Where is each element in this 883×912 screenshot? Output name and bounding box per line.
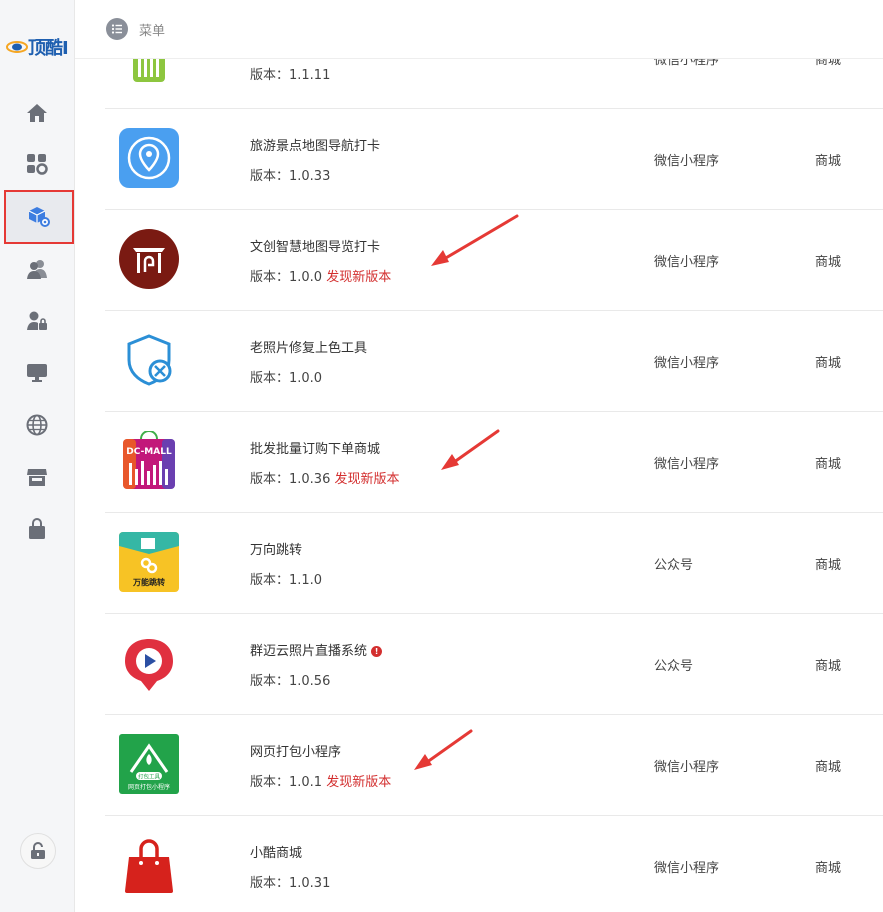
annotation-arrow [414,729,473,770]
app-version: 版本：1.0.1 发现新版本 [250,775,392,790]
app-version: 版本：1.0.0 [250,371,323,386]
lock-screen-button[interactable] [20,833,56,869]
annotation-arrow [431,214,519,266]
app-row[interactable]: 万能跳转 万向跳转 版本：1.1.0 公众号 商城 [105,512,883,614]
dc-mall-icon-text: DC-MALL [126,447,172,457]
photo-live-icon [125,639,173,691]
app-category: 商城 [815,356,842,371]
app-name: 文创智慧地图导览打卡 [250,240,381,255]
app-version: 版本：1.0.56 [250,674,331,689]
new-version-link[interactable]: 发现新版本 [326,270,391,285]
sidebar: 顶酷I [0,0,75,912]
cultural-gate-icon [119,229,179,289]
sidebar-item-applications[interactable] [4,190,74,244]
app-category: 商城 [815,558,842,573]
app-category: 商城 [815,760,842,775]
globe-icon [26,414,48,436]
red-bag-icon [125,839,173,893]
app-version: 版本：1.0.36 发现新版本 [250,472,400,487]
app-type: 微信小程序 [654,255,720,270]
sidebar-item-sites[interactable] [14,405,60,445]
app-version: 版本：1.1.11 [250,68,331,83]
web-pack-icon-caption: 网页打包小程序 [128,783,170,791]
app-type: 公众号 [654,558,694,573]
user-lock-icon [27,311,47,330]
app-category: 商城 [815,861,842,876]
app-version: 版本：1.0.33 [250,169,331,184]
app-row[interactable]: 小酷商城 版本：1.0.31 微信小程序 商城 [105,815,883,912]
shopping-bag-icon [29,518,45,539]
sidebar-item-store[interactable] [14,457,60,497]
menu-list-icon[interactable] [106,18,128,40]
app-row[interactable]: 群迈云照片直播系统! 版本：1.0.56 公众号 商城 [105,613,883,715]
top-header: 菜单 [75,0,883,59]
app-name: 网页打包小程序 [250,745,342,760]
app-type: 微信小程序 [654,356,720,371]
app-name: 批发批量订购下单商城 [250,442,381,457]
sidebar-item-home[interactable] [14,93,60,133]
menu-label: 菜单 [139,24,166,39]
app-name: 旅游景点地图导航打卡 [250,139,381,154]
app-type: 微信小程序 [654,154,720,169]
sidebar-item-permissions[interactable] [14,301,60,341]
app-name: 群迈云照片直播系统! [250,640,383,659]
new-version-link[interactable]: 发现新版本 [335,472,400,487]
shield-tools-icon [127,334,172,386]
brand-logo-text: 顶酷I [28,38,69,58]
app-type: 公众号 [654,659,694,674]
lock-icon [31,842,45,859]
web-pack-icon-badge: 打包工具 [138,773,161,781]
info-alert-icon[interactable]: ! [371,646,383,657]
apps-settings-icon [27,154,48,175]
app-category: 商城 [815,457,842,472]
app-type: 微信小程序 [654,760,720,775]
link-jump-icon-text: 万能跳转 [132,577,165,587]
app-name: 老照片修复上色工具 [250,341,368,356]
users-icon [27,260,47,279]
app-type: 微信小程序 [654,861,720,876]
package-settings-icon [28,207,50,227]
app-type: 微信小程序 [654,457,720,472]
app-category: 商城 [815,255,842,270]
sidebar-item-users[interactable] [14,249,60,289]
monitor-icon [27,364,47,382]
app-version: 版本：1.1.0 [250,573,323,588]
map-pin-icon [119,128,179,188]
sidebar-item-display[interactable] [14,352,60,392]
new-version-link[interactable]: 发现新版本 [326,775,391,790]
app-version: 版本：1.0.0 发现新版本 [250,270,392,285]
app-version: 版本：1.0.31 [250,876,331,891]
link-jump-icon: 万能跳转 [119,532,179,592]
home-icon [27,104,47,122]
app-name: 小酷商城 [250,846,303,861]
logo-swirl-icon [6,41,28,53]
annotation-arrow [441,429,500,470]
store-icon [27,469,47,486]
sidebar-item-apps[interactable] [14,144,60,184]
app-category: 商城 [815,659,842,674]
app-name: 万向跳转 [250,543,303,558]
dc-mall-icon: DC-MALL [123,431,175,489]
app-row[interactable]: 旅游景点地图导航打卡 版本：1.0.33 微信小程序 商城 [105,108,883,210]
web-pack-icon: 打包工具 网页打包小程序 [119,734,179,794]
app-row[interactable]: 打包工具 网页打包小程序 网页打包小程序 版本：1.0.1 发现新版本 微信小程… [105,714,883,816]
app-category: 商城 [815,154,842,169]
brand-logo[interactable]: 顶酷I [6,34,74,58]
app-row[interactable]: 老照片修复上色工具 版本：1.0.0 微信小程序 商城 [105,310,883,412]
sidebar-item-orders[interactable] [14,509,60,549]
